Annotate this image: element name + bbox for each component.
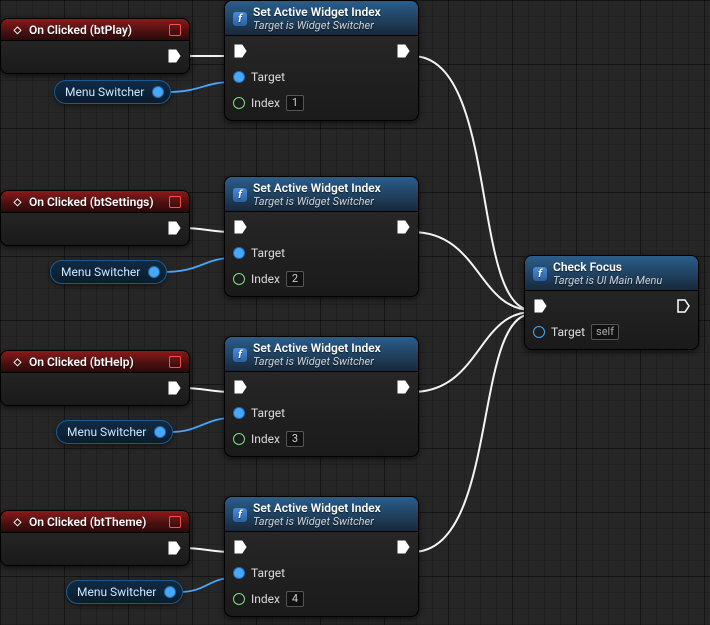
event-title: On Clicked (btHelp) [29, 355, 134, 369]
target-pin[interactable] [233, 247, 245, 259]
var-out-pin[interactable] [148, 266, 160, 278]
fn-subtitle: Target is Widget Switcher [253, 19, 381, 32]
var-out-pin[interactable] [164, 586, 176, 598]
target-label: Target [251, 70, 285, 84]
event-icon: ◇ [9, 23, 23, 37]
index-label: Index [251, 272, 280, 286]
function-icon: f [533, 267, 547, 281]
index-value[interactable]: 3 [286, 431, 304, 447]
event-title: On Clicked (btPlay) [29, 23, 132, 37]
exec-out-pin[interactable] [167, 541, 181, 555]
fn-title: Set Active Widget Index [253, 181, 381, 195]
index-value[interactable]: 4 [286, 591, 304, 607]
exec-in-pin[interactable] [233, 540, 247, 554]
fn-title: Set Active Widget Index [253, 5, 381, 19]
target-label: Target [251, 566, 285, 580]
event-node-bthelp[interactable]: ◇ On Clicked (btHelp) [0, 350, 190, 406]
var-label: Menu Switcher [67, 425, 146, 439]
target-pin[interactable] [233, 567, 245, 579]
var-menu-switcher[interactable]: Menu Switcher [66, 580, 183, 604]
target-pin[interactable] [233, 407, 245, 419]
event-node-btplay[interactable]: ◇ On Clicked (btPlay) [0, 18, 190, 74]
var-out-pin[interactable] [154, 426, 166, 438]
fn-header: f Check Focus Target is UI Main Menu [525, 256, 698, 291]
index-label: Index [251, 592, 280, 606]
event-header: ◇ On Clicked (btPlay) [1, 19, 189, 41]
delegate-icon [169, 516, 181, 528]
function-icon: f [233, 188, 247, 202]
target-pin[interactable] [533, 326, 545, 338]
exec-in-pin[interactable] [233, 380, 247, 394]
delegate-icon [169, 196, 181, 208]
fn-subtitle: Target is UI Main Menu [553, 274, 662, 287]
event-node-btsettings[interactable]: ◇ On Clicked (btSettings) [0, 190, 190, 246]
index-pin[interactable] [233, 433, 245, 445]
exec-out-pin[interactable] [676, 299, 690, 313]
target-label: Target [551, 325, 585, 339]
event-header: ◇ On Clicked (btSettings) [1, 191, 189, 213]
index-pin[interactable] [233, 593, 245, 605]
target-label: Target [251, 406, 285, 420]
target-pin[interactable] [233, 71, 245, 83]
fn-subtitle: Target is Widget Switcher [253, 195, 381, 208]
event-title: On Clicked (btTheme) [29, 515, 146, 529]
fn-title: Set Active Widget Index [253, 501, 381, 515]
var-label: Menu Switcher [77, 585, 156, 599]
function-icon: f [233, 508, 247, 522]
fn-header: f Set Active Widget Index Target is Widg… [225, 1, 418, 36]
event-icon: ◇ [9, 195, 23, 209]
event-title: On Clicked (btSettings) [29, 195, 154, 209]
delegate-icon [169, 356, 181, 368]
exec-out-pin[interactable] [396, 220, 410, 234]
target-label: Target [251, 246, 285, 260]
var-menu-switcher[interactable]: Menu Switcher [50, 260, 167, 284]
fn-check-focus[interactable]: f Check Focus Target is UI Main Menu Tar… [524, 255, 699, 350]
index-value[interactable]: 1 [286, 95, 304, 111]
event-icon: ◇ [9, 515, 23, 529]
event-icon: ◇ [9, 355, 23, 369]
fn-set-active-widget-index[interactable]: f Set Active Widget Index Target is Widg… [224, 336, 419, 457]
fn-set-active-widget-index[interactable]: f Set Active Widget Index Target is Widg… [224, 0, 419, 121]
exec-in-pin[interactable] [233, 220, 247, 234]
exec-out-pin[interactable] [396, 540, 410, 554]
event-header: ◇ On Clicked (btHelp) [1, 351, 189, 373]
fn-subtitle: Target is Widget Switcher [253, 355, 381, 368]
var-menu-switcher[interactable]: Menu Switcher [54, 80, 171, 104]
event-node-bttheme[interactable]: ◇ On Clicked (btTheme) [0, 510, 190, 566]
index-label: Index [251, 432, 280, 446]
var-menu-switcher[interactable]: Menu Switcher [56, 420, 173, 444]
fn-header: f Set Active Widget Index Target is Widg… [225, 497, 418, 532]
var-label: Menu Switcher [61, 265, 140, 279]
exec-out-pin[interactable] [167, 381, 181, 395]
fn-set-active-widget-index[interactable]: f Set Active Widget Index Target is Widg… [224, 176, 419, 297]
fn-title: Check Focus [553, 260, 662, 274]
delegate-icon [169, 24, 181, 36]
index-label: Index [251, 96, 280, 110]
function-icon: f [233, 12, 247, 26]
index-pin[interactable] [233, 273, 245, 285]
fn-set-active-widget-index[interactable]: f Set Active Widget Index Target is Widg… [224, 496, 419, 617]
exec-in-pin[interactable] [533, 299, 547, 313]
exec-out-pin[interactable] [167, 221, 181, 235]
index-value[interactable]: 2 [286, 271, 304, 287]
fn-header: f Set Active Widget Index Target is Widg… [225, 177, 418, 212]
self-value[interactable]: self [591, 324, 619, 340]
var-label: Menu Switcher [65, 85, 144, 99]
fn-title: Set Active Widget Index [253, 341, 381, 355]
exec-out-pin[interactable] [167, 49, 181, 63]
event-header: ◇ On Clicked (btTheme) [1, 511, 189, 533]
exec-out-pin[interactable] [396, 380, 410, 394]
exec-out-pin[interactable] [396, 44, 410, 58]
exec-in-pin[interactable] [233, 44, 247, 58]
fn-subtitle: Target is Widget Switcher [253, 515, 381, 528]
var-out-pin[interactable] [152, 86, 164, 98]
fn-header: f Set Active Widget Index Target is Widg… [225, 337, 418, 372]
index-pin[interactable] [233, 97, 245, 109]
function-icon: f [233, 348, 247, 362]
